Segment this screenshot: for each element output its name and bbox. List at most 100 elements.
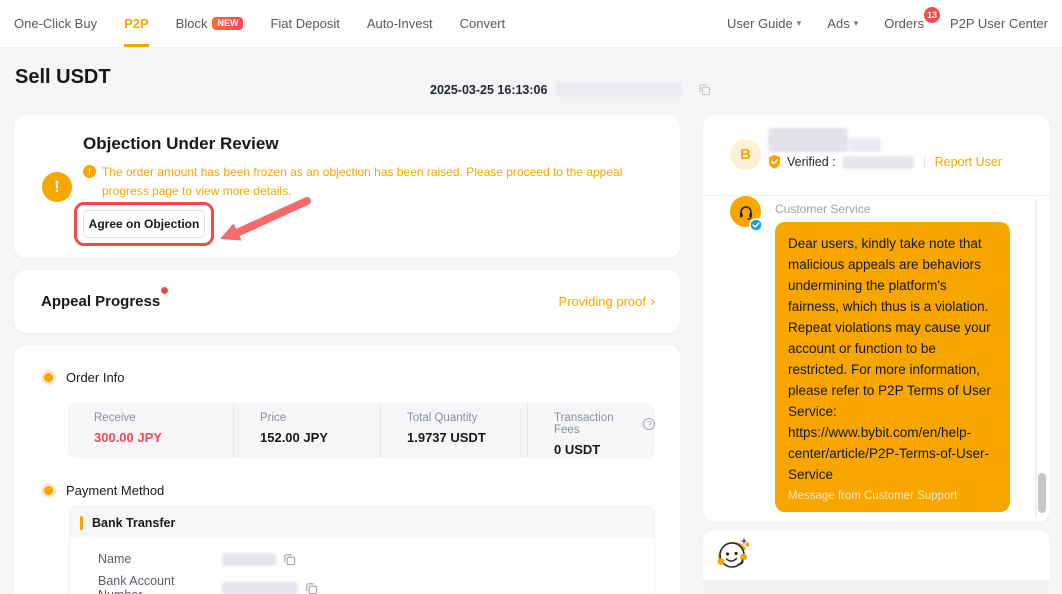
objection-card: ! Objection Under Review ! The order amo…: [14, 115, 680, 258]
chevron-down-icon: ▾: [797, 18, 802, 29]
nav-item-p2p[interactable]: P2P: [124, 0, 149, 47]
nav-left: One-Click Buy P2P Block NEW Fiat Deposit…: [14, 0, 505, 47]
nav-item-auto-invest[interactable]: Auto-Invest: [367, 0, 433, 47]
order-info-title: Order Info: [66, 370, 125, 385]
payment-value-redacted: [222, 553, 276, 566]
chevron-down-icon: ▾: [854, 18, 859, 29]
seller-name-redacted: [848, 138, 881, 152]
bullet-dot-icon: [44, 486, 53, 495]
verified-label: Verified :: [787, 155, 836, 169]
agree-on-objection-button[interactable]: Agree on Objection: [83, 210, 205, 238]
user-guide-menu[interactable]: User Guide ▾: [727, 16, 801, 31]
providing-proof-link[interactable]: Providing proof ›: [559, 294, 655, 309]
ads-label: Ads: [827, 16, 849, 31]
nav-label: Auto-Invest: [367, 16, 433, 31]
nav-label: One-Click Buy: [14, 16, 97, 31]
field-value: 1.9737 USDT: [407, 430, 527, 445]
copy-icon[interactable]: [305, 582, 318, 594]
nav-label: P2P: [124, 16, 149, 31]
bullet-dot-icon: [44, 373, 53, 382]
chat-panel: B Verified : Report User Customer Servic…: [703, 115, 1050, 522]
p2p-user-center-link[interactable]: P2P User Center: [950, 16, 1048, 31]
field-value: 300.00 JPY: [94, 430, 233, 445]
nav-item-block[interactable]: Block NEW: [176, 0, 244, 47]
order-info-box: Receive 300.00 JPY Price 152.00 JPY Tota…: [68, 403, 655, 458]
objection-warning: ! The order amount has been frozen as an…: [83, 163, 671, 201]
payment-row-account-number: Bank Account Number: [98, 574, 318, 594]
order-field-total-quantity: Total Quantity 1.9737 USDT: [380, 403, 527, 458]
message-input[interactable]: [703, 580, 1050, 594]
payment-method-name: Bank Transfer: [92, 516, 175, 530]
exclamation-icon: !: [83, 165, 96, 178]
verified-value-redacted: [842, 156, 914, 169]
order-field-receive: Receive 300.00 JPY: [68, 403, 233, 458]
nav-item-fiat-deposit[interactable]: Fiat Deposit: [270, 0, 339, 47]
customer-service-name: Customer Service: [775, 202, 870, 216]
payment-section-header: Payment Method: [44, 483, 164, 498]
order-timestamp: 2025-03-25 16:13:06: [430, 83, 547, 97]
verified-check-icon: [749, 218, 763, 237]
accent-bar-icon: [80, 516, 83, 530]
chevron-right-icon: ›: [650, 295, 655, 308]
order-number-redacted: [556, 82, 682, 97]
objection-title: Objection Under Review: [83, 134, 279, 154]
nav-label: Fiat Deposit: [270, 16, 339, 31]
annotation-arrow-icon: [212, 195, 312, 250]
objection-warning-text: The order amount has been frozen as an o…: [102, 163, 671, 201]
field-label: Receive: [94, 412, 233, 424]
orders-count-badge: 13: [924, 7, 940, 23]
providing-proof-label: Providing proof: [559, 294, 646, 309]
user-guide-label: User Guide: [727, 16, 793, 31]
page-title: Sell USDT: [15, 66, 111, 89]
fees-label: Transaction Fees: [554, 412, 638, 436]
top-navigation: One-Click Buy P2P Block NEW Fiat Deposit…: [0, 0, 1062, 48]
payment-method-header: Bank Transfer: [70, 507, 654, 538]
report-user-link[interactable]: Report User: [935, 155, 1002, 169]
support-bot-sticker-icon[interactable]: [714, 535, 752, 573]
field-label: Total Quantity: [407, 412, 527, 424]
appeal-title-wrap: Appeal Progress: [41, 293, 160, 311]
orders-label: Orders: [884, 16, 924, 31]
nav-item-convert[interactable]: Convert: [460, 0, 506, 47]
payment-method-title: Payment Method: [66, 483, 164, 498]
verified-shield-icon: [767, 154, 782, 170]
seller-avatar[interactable]: B: [730, 139, 761, 170]
seller-name-redacted: [768, 128, 848, 152]
payment-row-name: Name: [98, 552, 296, 566]
user-center-label: P2P User Center: [950, 16, 1048, 31]
field-value: 0 USDT: [554, 442, 655, 457]
payment-field-label: Bank Account Number: [98, 574, 222, 594]
order-field-transaction-fees: Transaction Fees ? 0 USDT: [527, 403, 655, 458]
copy-icon[interactable]: [698, 83, 711, 96]
nav-item-one-click-buy[interactable]: One-Click Buy: [14, 0, 97, 47]
field-label: Price: [260, 412, 380, 424]
message-source-tag: Message from Customer Support: [788, 490, 997, 502]
order-details-card: Order Info Receive 300.00 JPY Price 152.…: [14, 345, 680, 594]
p2p-order-page: One-Click Buy P2P Block NEW Fiat Deposit…: [0, 0, 1062, 594]
scrollbar-track[interactable]: [1035, 199, 1037, 517]
copy-icon[interactable]: [283, 553, 296, 566]
divider: [703, 195, 1050, 196]
payment-value-redacted: [222, 582, 298, 594]
nav-label: Block: [176, 16, 208, 31]
order-field-price: Price 152.00 JPY: [233, 403, 380, 458]
order-info-section-header: Order Info: [44, 370, 125, 385]
warning-exclamation-icon: !: [42, 172, 72, 202]
new-badge: NEW: [212, 17, 243, 30]
order-meta: 2025-03-25 16:13:06: [430, 82, 711, 97]
field-label: Transaction Fees ?: [554, 412, 655, 436]
ads-menu[interactable]: Ads ▾: [827, 16, 858, 31]
appeal-progress-title: Appeal Progress: [41, 293, 160, 310]
nav-label: Convert: [460, 16, 506, 31]
chat-input-area: [703, 530, 1050, 594]
verified-row: Verified : Report User: [767, 154, 1002, 170]
vertical-divider: [924, 156, 925, 168]
help-icon[interactable]: ?: [643, 418, 655, 430]
message-text: Dear users, kindly take note that malici…: [788, 233, 997, 485]
payment-field-label: Name: [98, 552, 222, 566]
orders-link[interactable]: Orders 13: [884, 16, 924, 31]
field-value: 152.00 JPY: [260, 430, 380, 445]
appeal-progress-card: Appeal Progress Providing proof ›: [14, 270, 680, 333]
nav-right: User Guide ▾ Ads ▾ Orders 13 P2P User Ce…: [727, 0, 1048, 47]
scrollbar-thumb[interactable]: [1038, 473, 1046, 513]
